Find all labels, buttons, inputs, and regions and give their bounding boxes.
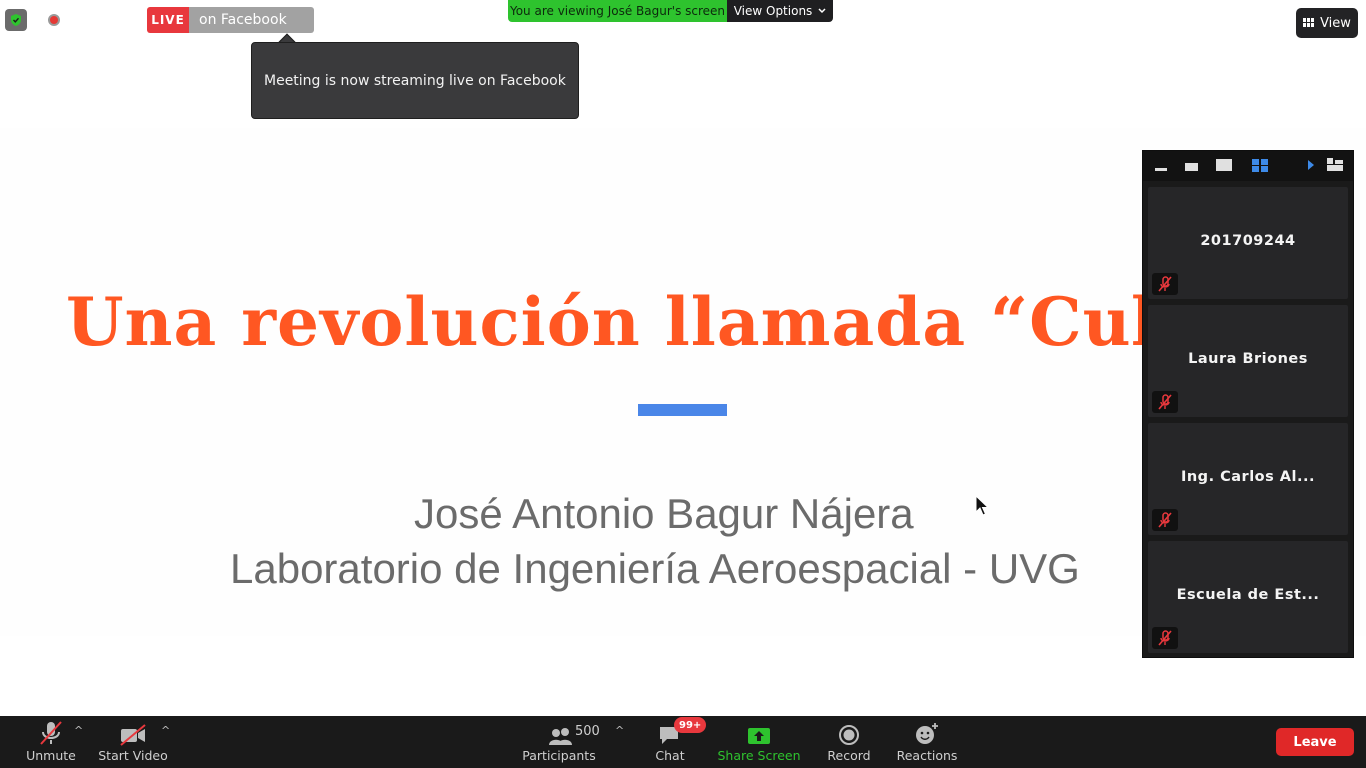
reactions-button[interactable]: Reactions	[894, 716, 960, 768]
video-panel: 201709244 Laura Briones Ing. Carlos Al..…	[1142, 150, 1354, 658]
participants-icon	[549, 728, 572, 745]
participant-tile[interactable]: Escuela de Est...	[1148, 541, 1348, 653]
participants-label: Participants	[522, 748, 596, 763]
participant-name: 201709244	[1200, 233, 1296, 249]
slide-author: José Antonio Bagur Nájera	[414, 490, 914, 537]
live-stream-badge[interactable]: LIVE on Facebook	[147, 7, 314, 33]
share-screen-button[interactable]: Share Screen	[714, 716, 804, 768]
muted-mic-icon	[1152, 627, 1178, 649]
viewing-banner-text: You are viewing José Bagur's screen	[508, 0, 727, 22]
grid-icon	[1303, 18, 1315, 27]
chat-unread-badge: 99+	[674, 717, 707, 733]
muted-mic-icon	[1152, 391, 1178, 413]
audio-options-caret-icon[interactable]: ^	[74, 724, 83, 737]
participant-tile[interactable]: 201709244	[1148, 187, 1348, 299]
participant-tile[interactable]: Laura Briones	[1148, 305, 1348, 417]
minimize-icon[interactable]	[1155, 168, 1167, 171]
video-options-caret-icon[interactable]: ^	[161, 724, 170, 737]
record-label: Record	[827, 748, 871, 763]
speaker-view-icon[interactable]	[1216, 159, 1232, 171]
view-button-label: View	[1320, 15, 1351, 31]
tooltip-message: Meeting is now streaming live on Faceboo…	[264, 72, 566, 89]
muted-mic-icon	[1152, 509, 1178, 531]
live-platform: on Facebook	[189, 7, 314, 33]
slide-title: Una revolución llamada “Cube	[66, 283, 1222, 361]
shield-icon	[11, 14, 21, 26]
mouse-cursor-icon	[975, 495, 989, 516]
share-screen-icon	[748, 728, 770, 744]
view-options-button[interactable]: View Options	[727, 0, 833, 22]
reactions-label: Reactions	[896, 748, 958, 763]
security-shield-icon[interactable]	[5, 9, 27, 31]
chat-label: Chat	[655, 748, 685, 763]
leave-button[interactable]: Leave	[1276, 728, 1354, 756]
record-icon	[839, 725, 859, 745]
slide-accent-bar	[638, 404, 727, 416]
view-button[interactable]: View	[1296, 8, 1358, 38]
thumbnail-view-icon[interactable]	[1185, 163, 1198, 171]
participant-name: Ing. Carlos Al...	[1180, 469, 1316, 485]
participants-count: 500	[575, 724, 600, 739]
video-off-icon	[120, 724, 146, 746]
viewing-banner: You are viewing José Bagur's screen View…	[508, 0, 833, 22]
slide-lab: Laboratorio de Ingeniería Aeroespacial -…	[230, 545, 1080, 592]
video-panel-toolbar	[1143, 151, 1353, 181]
participants-caret-icon[interactable]: ^	[615, 724, 624, 737]
muted-microphone-icon	[40, 721, 62, 745]
unmute-button[interactable]: Unmute	[20, 716, 82, 768]
chevron-down-icon	[818, 8, 826, 14]
layout-toggle-icon[interactable]	[1327, 158, 1343, 171]
participant-tile[interactable]: Ing. Carlos Al...	[1148, 423, 1348, 535]
next-page-icon[interactable]	[1308, 160, 1314, 170]
share-screen-label: Share Screen	[717, 748, 801, 763]
participant-name: Laura Briones	[1188, 351, 1308, 367]
muted-mic-icon	[1152, 273, 1178, 295]
participant-name: Escuela de Est...	[1176, 587, 1320, 603]
gallery-view-icon[interactable]	[1252, 159, 1268, 172]
live-label: LIVE	[147, 7, 189, 33]
start-video-button[interactable]: Start Video	[98, 716, 168, 768]
reactions-icon	[916, 723, 938, 744]
record-button[interactable]: Record	[824, 716, 874, 768]
start-video-label: Start Video	[98, 748, 168, 763]
recording-indicator-icon	[48, 14, 60, 26]
view-options-label: View Options	[733, 4, 813, 18]
live-stream-tooltip: Meeting is now streaming live on Faceboo…	[251, 42, 579, 119]
unmute-label: Unmute	[26, 748, 76, 763]
